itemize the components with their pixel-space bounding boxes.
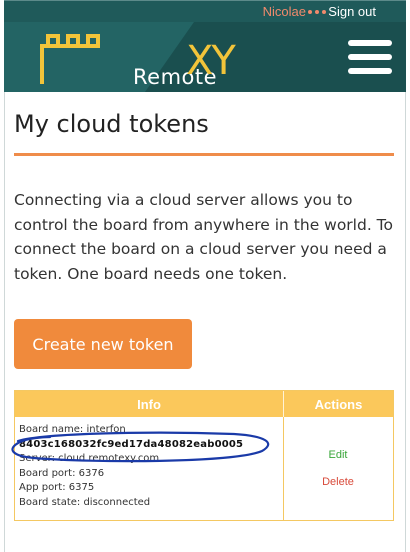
remotexy-logo-icon xyxy=(40,34,100,84)
token-value: 8403c168032fc9ed17da48082eab0005 xyxy=(19,438,244,450)
delete-token-link[interactable]: Delete xyxy=(283,476,393,488)
tokens-table: Info Actions Board name: interfon 8403c1… xyxy=(14,390,394,521)
page-frame-right xyxy=(405,92,406,552)
column-divider xyxy=(283,417,284,520)
intro-text: Connecting via a cloud server allows you… xyxy=(14,191,394,283)
create-token-button[interactable]: Create new token xyxy=(14,319,192,369)
site-header: Remote XY xyxy=(4,22,406,92)
table-header-row: Info Actions xyxy=(15,391,393,417)
hamburger-menu-icon[interactable] xyxy=(348,40,392,74)
token-info-cell: Board name: interfon 8403c168032fc9ed17d… xyxy=(19,423,281,511)
user-menu-dots-icon[interactable] xyxy=(308,10,326,14)
edit-token-link[interactable]: Edit xyxy=(283,449,393,461)
title-divider xyxy=(14,153,394,156)
app-port: App port: 6375 xyxy=(19,482,95,494)
page-title: My cloud tokens xyxy=(14,110,209,138)
user-name[interactable]: Nicolae xyxy=(263,4,306,19)
sign-out-link[interactable]: Sign out xyxy=(328,4,376,19)
logo-accent: XY xyxy=(186,38,236,84)
server-address: Server: cloud.remotexy.com xyxy=(19,453,160,465)
page-frame-left xyxy=(4,92,5,552)
remotexy-logo[interactable]: Remote XY xyxy=(36,32,236,89)
board-name: Board name: interfon xyxy=(19,424,126,435)
column-header-actions: Actions xyxy=(283,391,393,417)
board-state: Board state: disconnected xyxy=(19,496,151,508)
top-bar: Nicolae Sign out xyxy=(4,0,406,22)
column-header-info: Info xyxy=(137,396,161,412)
board-port: Board port: 6376 xyxy=(19,467,105,479)
